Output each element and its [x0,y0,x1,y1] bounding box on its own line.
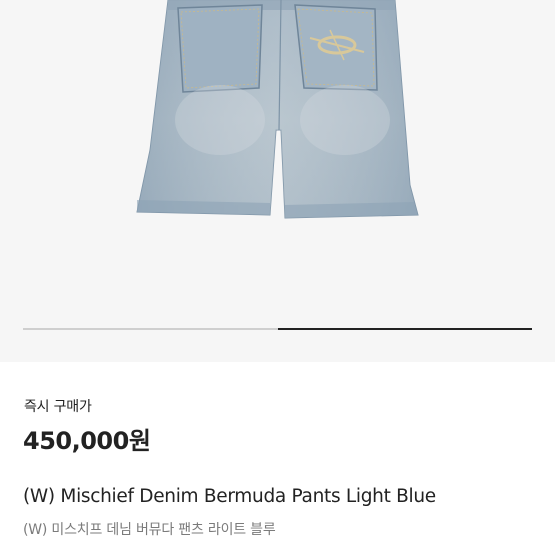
instant-buy-price: 450,000원 [23,427,151,455]
product-image-carousel[interactable] [0,0,555,362]
product-title-korean: (W) 미스치프 데님 버뮤다 팬츠 라이트 블루 [23,522,276,538]
instant-buy-price-label: 즉시 구매가 [24,399,92,415]
product-detail-page: 즉시 구매가 450,000원 (W) Mischief Denim Bermu… [0,0,555,555]
denim-shorts-image [136,0,419,219]
carousel-progress-track [23,328,532,330]
product-title-english: (W) Mischief Denim Bermuda Pants Light B… [23,486,436,507]
carousel-progress-indicator [277,328,532,330]
right-back-pocket [294,4,378,91]
left-back-pocket [177,4,263,93]
